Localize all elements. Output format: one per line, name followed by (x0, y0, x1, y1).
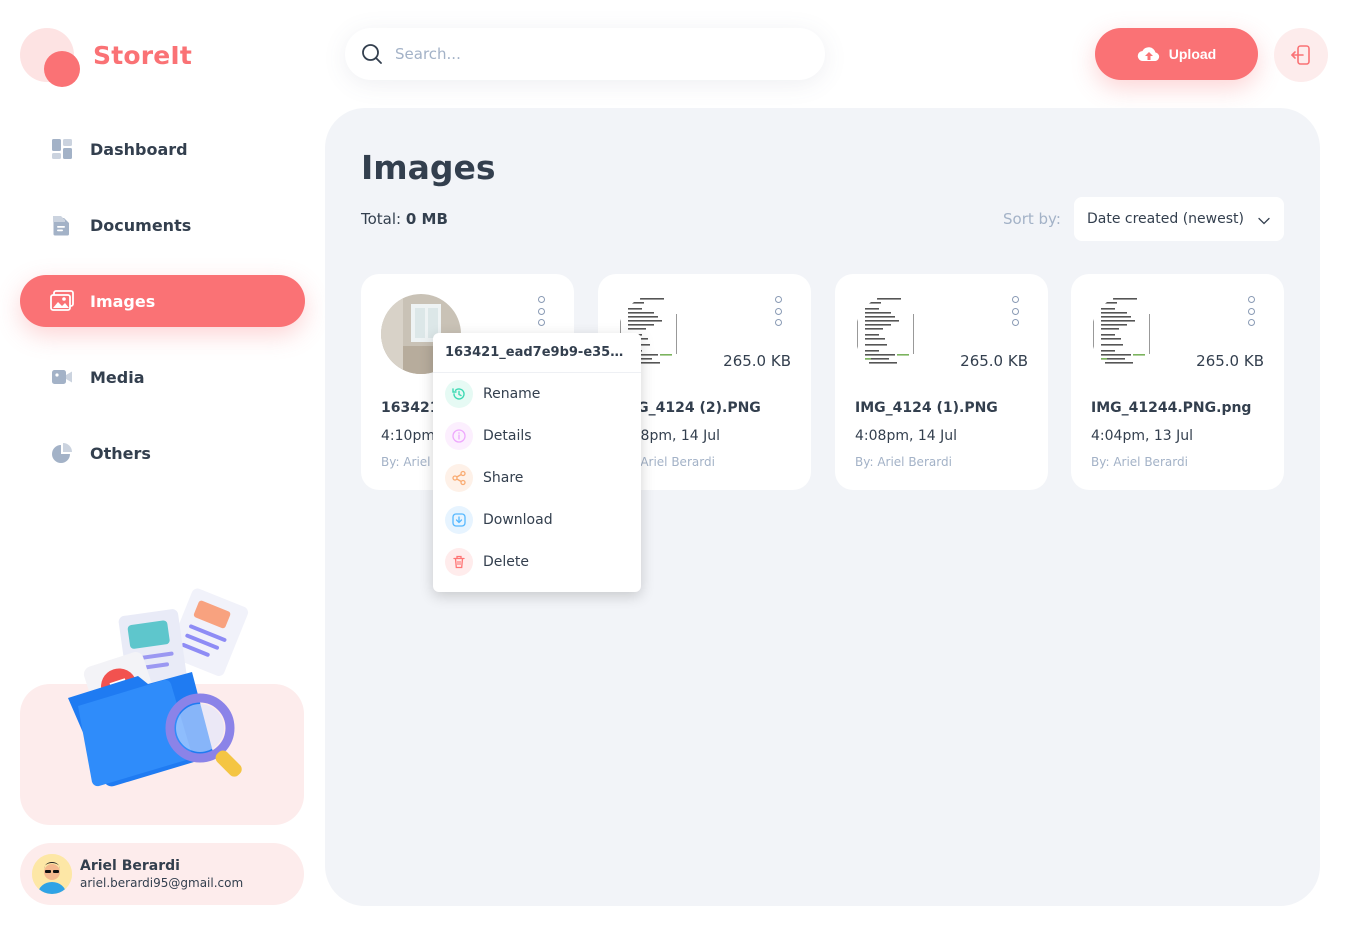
sidebar-item-label: Documents (90, 215, 192, 235)
file-name: IMG_4124 (1).PNG (855, 400, 998, 416)
user-card[interactable]: Ariel Berardi ariel.berardi95@gmail.com (20, 843, 304, 905)
user-info: Ariel Berardi ariel.berardi95@gmail.com (80, 858, 243, 890)
download-icon (445, 506, 473, 534)
sort-select[interactable]: Date created (newest) (1074, 197, 1284, 241)
logout-button[interactable] (1274, 28, 1328, 82)
chevron-down-icon (1258, 213, 1270, 229)
file-size: 265.0 KB (723, 352, 791, 370)
total-label: Total: (361, 210, 402, 228)
file-size: 265.0 KB (960, 352, 1028, 370)
page-title: Images (361, 148, 496, 187)
search-icon (361, 43, 383, 65)
menu-item-label: Download (483, 512, 553, 528)
more-options-icon[interactable] (536, 296, 546, 326)
sidebar-item-dashboard[interactable]: Dashboard (20, 123, 305, 175)
menu-item-delete[interactable]: Delete (433, 541, 641, 583)
images-icon (50, 289, 74, 313)
menu-item-details[interactable]: Details (433, 415, 641, 457)
sidebar-item-label: Media (90, 367, 145, 387)
sidebar-item-media[interactable]: Media (20, 351, 305, 403)
file-owner: By: Ariel (381, 455, 431, 469)
file-card[interactable]: 265.0 KB IMG_41244.PNG.png 4:04pm, 13 Ju… (1071, 274, 1284, 490)
pie-chart-icon (50, 441, 74, 465)
dashboard-icon (50, 137, 74, 161)
file-thumbnail (1091, 294, 1171, 374)
user-email: ariel.berardi95@gmail.com (80, 876, 244, 890)
files-illustration (60, 588, 270, 793)
app-name: StoreIt (93, 41, 193, 70)
sidebar-nav: Dashboard Documents Images Media Others (20, 123, 305, 503)
context-menu-title: 163421_ead7e9b9-e355... (433, 333, 641, 373)
upload-button[interactable]: Upload (1095, 28, 1258, 80)
menu-item-rename[interactable]: Rename (433, 373, 641, 415)
info-icon (445, 422, 473, 450)
file-name: IMG_41244.PNG.png (1091, 400, 1252, 416)
sidebar-item-label: Images (90, 291, 156, 311)
logo-mark-front (44, 51, 80, 87)
logout-icon (1290, 44, 1312, 66)
file-date: 4:10pm, (381, 428, 440, 444)
file-context-menu: 163421_ead7e9b9-e355... Rename Details S… (433, 333, 641, 592)
sidebar-item-label: Others (90, 443, 151, 463)
more-options-icon[interactable] (1010, 296, 1020, 326)
menu-item-share[interactable]: Share (433, 457, 641, 499)
cloud-upload-icon (1137, 45, 1161, 63)
file-size: 265.0 KB (1196, 352, 1264, 370)
file-date: 4:04pm, 13 Jul (1091, 428, 1194, 444)
file-date: 4:08pm, 14 Jul (855, 428, 958, 444)
menu-item-label: Delete (483, 554, 529, 570)
file-owner: By: Ariel Berardi (855, 455, 952, 469)
upload-label: Upload (1168, 46, 1217, 62)
share-icon (445, 464, 473, 492)
total-size: Total: 0 MB (361, 210, 448, 228)
app-logo[interactable]: StoreIt (20, 28, 280, 88)
file-card[interactable]: 265.0 KB IMG_4124 (1).PNG 4:08pm, 14 Jul… (835, 274, 1048, 490)
menu-item-label: Rename (483, 386, 541, 402)
trash-icon (445, 548, 473, 576)
video-icon (50, 365, 74, 389)
file-thumbnail (855, 294, 935, 374)
menu-item-label: Share (483, 470, 524, 486)
sidebar-item-documents[interactable]: Documents (20, 199, 305, 251)
search-input[interactable] (395, 45, 795, 63)
menu-item-label: Details (483, 428, 532, 444)
sort-value: Date created (newest) (1087, 211, 1244, 227)
sidebar-item-others[interactable]: Others (20, 427, 305, 479)
sidebar-item-label: Dashboard (90, 139, 188, 159)
avatar (32, 854, 72, 894)
more-options-icon[interactable] (1246, 296, 1256, 326)
edit-icon (445, 380, 473, 408)
total-value: 0 MB (405, 210, 448, 228)
menu-item-download[interactable]: Download (433, 499, 641, 541)
sort-label: Sort by: (1003, 210, 1061, 228)
more-options-icon[interactable] (773, 296, 783, 326)
documents-icon (50, 213, 74, 237)
search-bar[interactable] (345, 28, 825, 80)
file-owner: By: Ariel Berardi (1091, 455, 1188, 469)
user-name: Ariel Berardi (80, 858, 180, 874)
sidebar-item-images[interactable]: Images (20, 275, 305, 327)
